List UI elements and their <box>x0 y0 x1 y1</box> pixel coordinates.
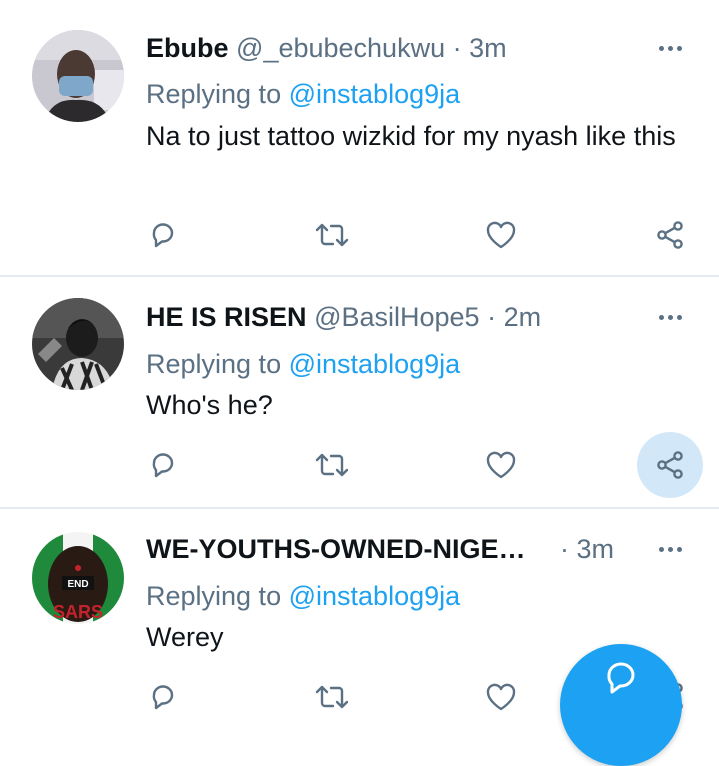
share-icon <box>657 451 683 479</box>
reply-button[interactable] <box>133 435 193 495</box>
compose-reply-button[interactable] <box>560 644 682 766</box>
timestamp[interactable]: · 3m <box>560 533 614 565</box>
retweet-button[interactable] <box>302 667 362 727</box>
share-button[interactable] <box>640 205 700 265</box>
avatar[interactable] <box>32 30 124 122</box>
separator-dot: · <box>452 33 462 63</box>
retweet-icon <box>315 453 349 477</box>
compose-bubble-icon <box>607 662 635 694</box>
tweet-actions <box>0 432 719 498</box>
like-button[interactable] <box>471 435 531 495</box>
heart-icon <box>486 451 516 479</box>
heart-icon <box>486 221 516 249</box>
more-horizontal-icon <box>658 45 664 51</box>
display-name[interactable]: Ebube <box>146 33 229 63</box>
replying-to: Replying to @instablog9ja <box>146 79 461 109</box>
heart-icon <box>486 683 516 711</box>
avatar-end-text: END <box>67 579 88 590</box>
timestamp[interactable]: 2m <box>504 302 542 332</box>
user-handle[interactable]: @_ebubechukwu <box>236 33 445 63</box>
tweet-actions <box>0 205 719 265</box>
more-options-button[interactable] <box>650 533 690 565</box>
reply-bubble-icon <box>152 223 174 248</box>
avatar[interactable] <box>32 298 124 390</box>
replying-to: Replying to @instablog9ja <box>146 581 461 611</box>
share-icon <box>657 221 683 249</box>
tweet-text: Who's he? <box>146 390 273 420</box>
retweet-icon <box>315 685 349 709</box>
separator-dot: · <box>487 302 497 332</box>
user-handle[interactable]: @BasilHope5 <box>314 302 480 332</box>
tweet-text: Na to just tattoo wizkid for my nyash li… <box>146 121 676 151</box>
mention-link[interactable]: @instablog9ja <box>289 79 461 109</box>
avatar[interactable]: END SARS <box>32 532 124 624</box>
retweet-button[interactable] <box>302 205 362 265</box>
mention-link[interactable]: @instablog9ja <box>289 581 461 611</box>
share-button[interactable] <box>637 432 703 498</box>
retweet-icon <box>315 223 349 247</box>
separator-dot: · <box>560 534 569 564</box>
reply-bubble-icon <box>152 685 174 710</box>
more-options-button[interactable] <box>650 32 690 64</box>
reply-button[interactable] <box>133 667 193 727</box>
more-options-button[interactable] <box>650 301 690 333</box>
retweet-button[interactable] <box>302 435 362 495</box>
timestamp[interactable]: 3m <box>469 33 507 63</box>
display-name[interactable]: HE IS RISEN <box>146 302 307 332</box>
like-button[interactable] <box>471 667 531 727</box>
reply-bubble-icon <box>152 453 174 478</box>
display-name[interactable]: WE-YOUTHS-OWNED-NIGERIA <box>146 533 541 565</box>
replying-to: Replying to @instablog9ja <box>146 349 461 379</box>
avatar-sars-text: SARS <box>53 602 103 622</box>
more-horizontal-icon <box>658 314 664 320</box>
reply-button[interactable] <box>133 205 193 265</box>
mention-link[interactable]: @instablog9ja <box>289 349 461 379</box>
tweet-2[interactable]: HE IS RISEN @BasilHope5 · 2m Replying to… <box>0 277 719 509</box>
tweet-1[interactable]: Ebube @_ebubechukwu · 3m Replying to @in… <box>0 0 719 277</box>
more-horizontal-icon <box>658 546 664 552</box>
like-button[interactable] <box>471 205 531 265</box>
